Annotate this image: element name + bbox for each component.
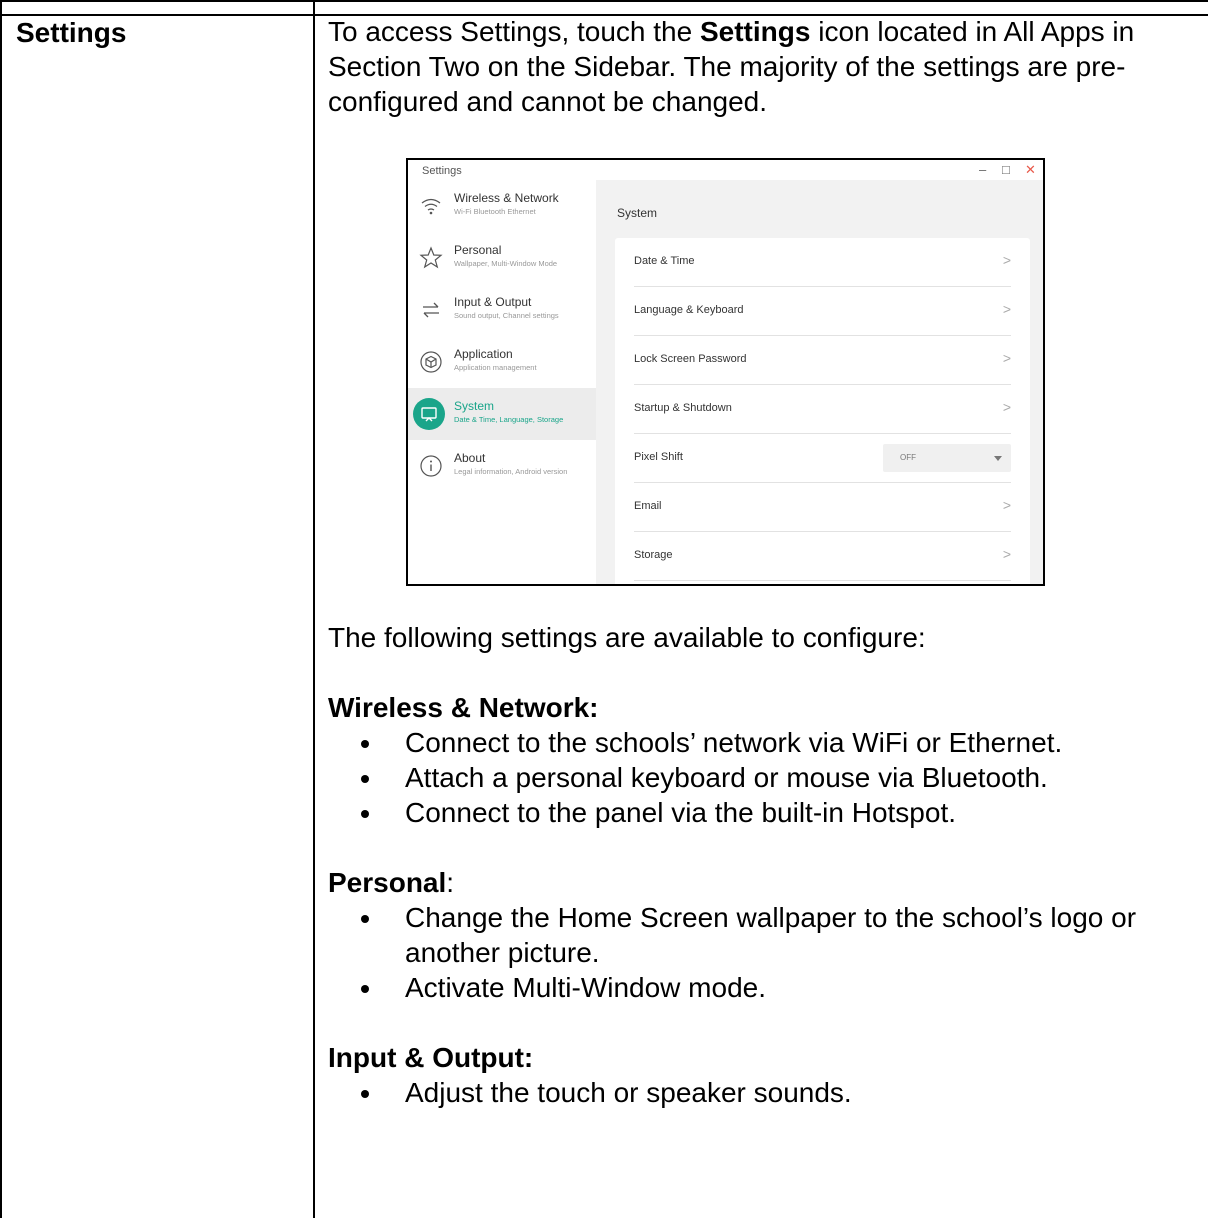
settings-main-panel: System Date & Time > Language & Keyboard… <box>596 180 1043 584</box>
list-item: Connect to the panel via the built-in Ho… <box>328 795 1200 830</box>
list-item: Connect to the schools’ network via WiFi… <box>328 725 1200 760</box>
table-top-border <box>0 0 1208 2</box>
table-left-border <box>0 0 2 1218</box>
sidebar-item-label: Application <box>454 347 513 361</box>
bullet-list-input-output: Adjust the touch or speaker sounds. <box>328 1075 1200 1110</box>
bullet-icon <box>361 915 369 923</box>
table-column-divider <box>313 0 315 1218</box>
chevron-right-icon: > <box>1002 399 1011 415</box>
setting-label: Date & Time <box>634 255 695 267</box>
list-item: Activate Multi-Window mode. <box>328 970 1200 1005</box>
setting-row-startup-shutdown[interactable]: Startup & Shutdown > <box>634 385 1011 434</box>
chevron-right-icon: > <box>1002 350 1011 366</box>
section-heading-text: Wireless & Network: <box>328 692 599 723</box>
available-settings-text: The following settings are available to … <box>328 622 926 653</box>
sidebar-item-label: About <box>454 451 486 465</box>
setting-label: Pixel Shift <box>634 451 683 463</box>
row-heading: Settings <box>16 17 127 48</box>
section-heading-suffix: : <box>446 867 455 898</box>
info-icon <box>420 455 442 477</box>
bullet-icon <box>361 1090 369 1098</box>
intro-paragraph: To access Settings, touch the Settings i… <box>328 14 1188 119</box>
bullet-icon <box>361 775 369 783</box>
sidebar-item-wireless-network[interactable]: Wireless & Network Wi-Fi Bluetooth Ether… <box>408 180 596 232</box>
setting-label: Email <box>634 500 662 512</box>
cube-icon <box>420 351 442 373</box>
sidebar-item-sublabel: Application management <box>454 363 537 372</box>
list-item: Change the Home Screen wallpaper to the … <box>328 900 1200 970</box>
list-item-text: Connect to the schools’ network via WiFi… <box>405 727 1063 758</box>
sidebar-item-label: Input & Output <box>454 295 532 309</box>
chevron-right-icon: > <box>1002 301 1011 317</box>
section-heading-text: Personal <box>328 867 447 898</box>
section-heading: Personal: <box>328 865 1200 900</box>
settings-sidebar: Wireless & Network Wi-Fi Bluetooth Ether… <box>408 180 596 584</box>
list-item-text: Activate Multi-Window mode. <box>405 972 767 1003</box>
setting-row-email[interactable]: Email > <box>634 483 1011 532</box>
sidebar-item-sublabel: Date & Time, Language, Storage <box>454 415 564 424</box>
bullet-icon <box>361 985 369 993</box>
display-icon <box>413 398 445 430</box>
intro-bold-settings: Settings <box>699 16 811 47</box>
list-item: Attach a personal keyboard or mouse via … <box>328 760 1200 795</box>
list-item-text: Attach a personal keyboard or mouse via … <box>405 762 1048 793</box>
sidebar-item-sublabel: Sound output, Channel settings <box>454 311 559 320</box>
list-item: Adjust the touch or speaker sounds. <box>328 1075 1200 1110</box>
sidebar-item-sublabel: Legal information, Android version <box>454 467 568 476</box>
maximize-icon[interactable]: □ <box>1002 162 1010 177</box>
setting-label: Startup & Shutdown <box>634 402 732 414</box>
bullet-list-personal: Change the Home Screen wallpaper to the … <box>328 900 1200 1005</box>
close-icon[interactable]: ✕ <box>1025 162 1036 178</box>
setting-row-date-time[interactable]: Date & Time > <box>634 238 1011 287</box>
setting-label: Storage <box>634 549 673 561</box>
sidebar-item-sublabel: Wallpaper, Multi-Window Mode <box>454 259 558 268</box>
bullet-list-wireless: Connect to the schools’ network via WiFi… <box>328 725 1200 830</box>
sidebar-item-label: Personal <box>454 243 502 257</box>
panel-title: System <box>617 206 658 220</box>
list-item-text: Change the Home Screen wallpaper to the … <box>405 902 1137 968</box>
setting-row-pixel-shift: Pixel Shift OFF <box>634 434 1011 483</box>
list-item-text: Connect to the panel via the built-in Ho… <box>405 797 957 828</box>
setting-label: Language & Keyboard <box>634 304 744 316</box>
setting-row-lock-screen-password[interactable]: Lock Screen Password > <box>634 336 1011 385</box>
swap-arrows-icon <box>423 302 439 318</box>
dropdown-value: OFF <box>900 453 916 462</box>
section-heading: Wireless & Network: <box>328 690 1200 725</box>
wifi-icon <box>421 198 441 215</box>
settings-screenshot: Settings – □ ✕ Wireless & Network Wi-Fi … <box>406 158 1045 586</box>
sidebar-item-system[interactable]: System Date & Time, Language, Storage <box>408 388 596 440</box>
content-cell: To access Settings, touch the Settings i… <box>328 14 1200 119</box>
sidebar-item-label: Wireless & Network <box>454 191 559 205</box>
chevron-right-icon: > <box>1002 546 1011 562</box>
intro-text-1: To access Settings, touch the <box>328 16 700 47</box>
settings-list-card: Date & Time > Language & Keyboard > Lock… <box>615 238 1030 584</box>
minimize-icon[interactable]: – <box>979 162 986 177</box>
section-heading-text: Input & Output: <box>328 1042 534 1073</box>
section-heading: Input & Output: <box>328 1040 1200 1075</box>
window-titlebar: Settings – □ ✕ <box>408 160 1043 180</box>
chevron-right-icon: > <box>1002 497 1011 513</box>
setting-row-language-keyboard[interactable]: Language & Keyboard > <box>634 287 1011 336</box>
sidebar-item-application[interactable]: Application Application management <box>408 336 596 388</box>
sidebar-item-about[interactable]: About Legal information, Android version <box>408 440 596 492</box>
sidebar-item-input-output[interactable]: Input & Output Sound output, Channel set… <box>408 284 596 336</box>
sidebar-item-label: System <box>454 399 495 413</box>
setting-row-storage[interactable]: Storage > <box>634 532 1011 581</box>
settings-description: The following settings are available to … <box>328 620 1200 1110</box>
sidebar-item-sublabel: Wi-Fi Bluetooth Ethernet <box>454 207 536 216</box>
list-item-text: Adjust the touch or speaker sounds. <box>405 1077 852 1108</box>
sidebar-item-personal[interactable]: Personal Wallpaper, Multi-Window Mode <box>408 232 596 284</box>
caret-down-icon <box>994 456 1002 461</box>
bullet-icon <box>361 810 369 818</box>
pixel-shift-dropdown[interactable]: OFF <box>883 444 1011 472</box>
window-title: Settings <box>422 165 462 177</box>
star-icon <box>419 246 443 269</box>
chevron-right-icon: > <box>1002 252 1011 268</box>
bullet-icon <box>361 740 369 748</box>
setting-label: Lock Screen Password <box>634 353 747 365</box>
